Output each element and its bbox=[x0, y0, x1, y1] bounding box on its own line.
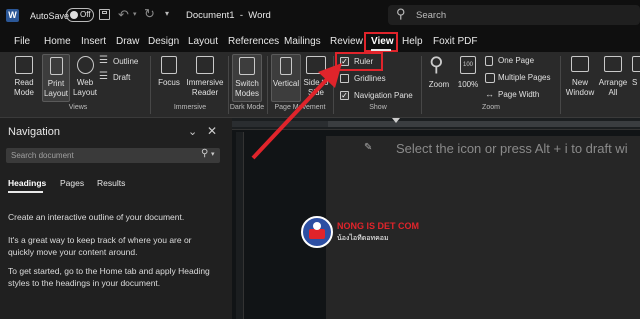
red-arrow-annotation bbox=[251, 63, 342, 160]
